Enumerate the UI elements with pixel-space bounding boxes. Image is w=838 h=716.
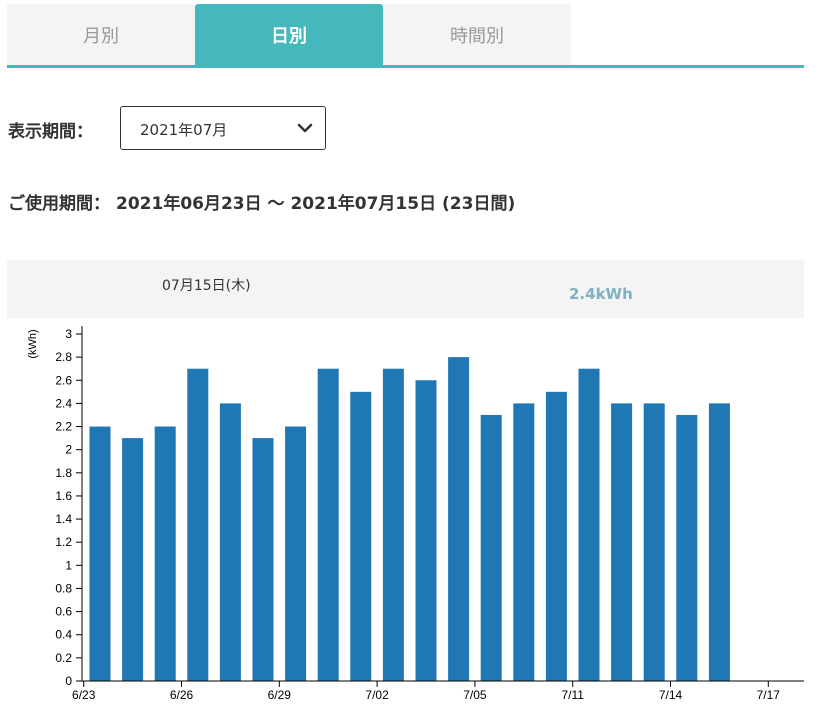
tab-daily[interactable]: 日別 [195,4,383,65]
bar[interactable] [545,391,567,681]
x-tick-label: 7/05 [463,688,487,702]
y-tick-label: 2.4 [55,396,72,410]
selected-date: 07月15日(木) [162,278,251,294]
x-tick-label: 7/02 [365,688,389,702]
bar[interactable] [317,368,339,681]
selected-day-info: 07月15日(木) 2.4kWh [7,260,804,318]
bar[interactable] [611,403,633,681]
x-axis: 6/23 6/26 6/29 7/02 7/05 7/11 7/14 7/17 [72,680,804,702]
y-tick-label: 2 [65,443,72,457]
bar[interactable] [350,391,372,681]
y-tick-label: 1 [65,558,72,572]
tab-hourly[interactable]: 時間別 [383,4,571,65]
y-tick-label: 0.4 [55,628,72,642]
bar[interactable] [415,380,437,681]
bars [89,357,730,681]
tab-underline [7,65,804,68]
y-tick-label: 2.6 [55,373,72,387]
bar[interactable] [643,403,665,681]
bar[interactable] [448,357,470,681]
y-tick-label: 0.8 [55,581,72,595]
x-tick-label: 6/26 [170,688,194,702]
bar[interactable] [187,368,209,681]
y-tick-label: 0 [65,674,72,688]
bar[interactable] [154,426,176,681]
daily-usage-chart: 0 0.2 0.4 0.6 0.8 1 1.2 1.4 1.6 1.8 2 2.2 2.4 2.6 2.8 3… [27,326,804,702]
bar[interactable] [578,368,600,681]
tab-bar: 月別 日別 時間別 [7,4,571,65]
y-tick-label: 3 [65,327,72,341]
x-tick-label: 6/29 [268,688,292,702]
bar[interactable] [382,368,404,681]
bar[interactable] [219,403,241,681]
period-select[interactable]: 2021年07月 [120,106,326,150]
bar[interactable] [708,403,730,681]
bar[interactable] [122,438,144,681]
y-tick-label: 0.2 [55,651,72,665]
bar[interactable] [252,438,274,681]
bar[interactable] [480,414,502,681]
y-tick-label: 1.2 [55,535,72,549]
x-tick-label: 7/17 [757,688,781,702]
y-tick-label: 2.2 [55,420,72,434]
y-tick-label: 1.4 [55,512,72,526]
y-axis-label: (kWh) [27,329,39,358]
period-label: 表示期間： [8,122,93,142]
bar[interactable] [513,403,535,681]
bar[interactable] [676,414,698,681]
y-tick-label: 1.8 [55,466,72,480]
y-tick-label: 0.6 [55,605,72,619]
y-tick-label: 1.6 [55,489,72,503]
usage-period-value: 2021年06月23日 〜 2021年07月15日 (23日間) [116,194,516,214]
tab-monthly[interactable]: 月別 [7,4,195,65]
x-tick-label: 6/23 [72,688,96,702]
selected-value: 2.4kWh [569,285,633,303]
y-axis: 0 0.2 0.4 0.6 0.8 1 1.2 1.4 1.6 1.8 2 2.2 2.4 2.6 2.8 3 [55,326,83,688]
x-tick-label: 7/11 [561,688,584,702]
usage-period-label: ご使用期間： [8,194,110,214]
x-tick-label: 7/14 [659,688,683,702]
period-select-value: 2021年07月 [140,121,228,139]
usage-period: ご使用期間： 2021年06月23日 〜 2021年07月15日 (23日間) [8,189,521,214]
bar[interactable] [89,426,111,681]
y-tick-label: 2.8 [55,350,72,364]
chevron-down-icon [297,123,313,133]
bar[interactable] [285,426,307,681]
